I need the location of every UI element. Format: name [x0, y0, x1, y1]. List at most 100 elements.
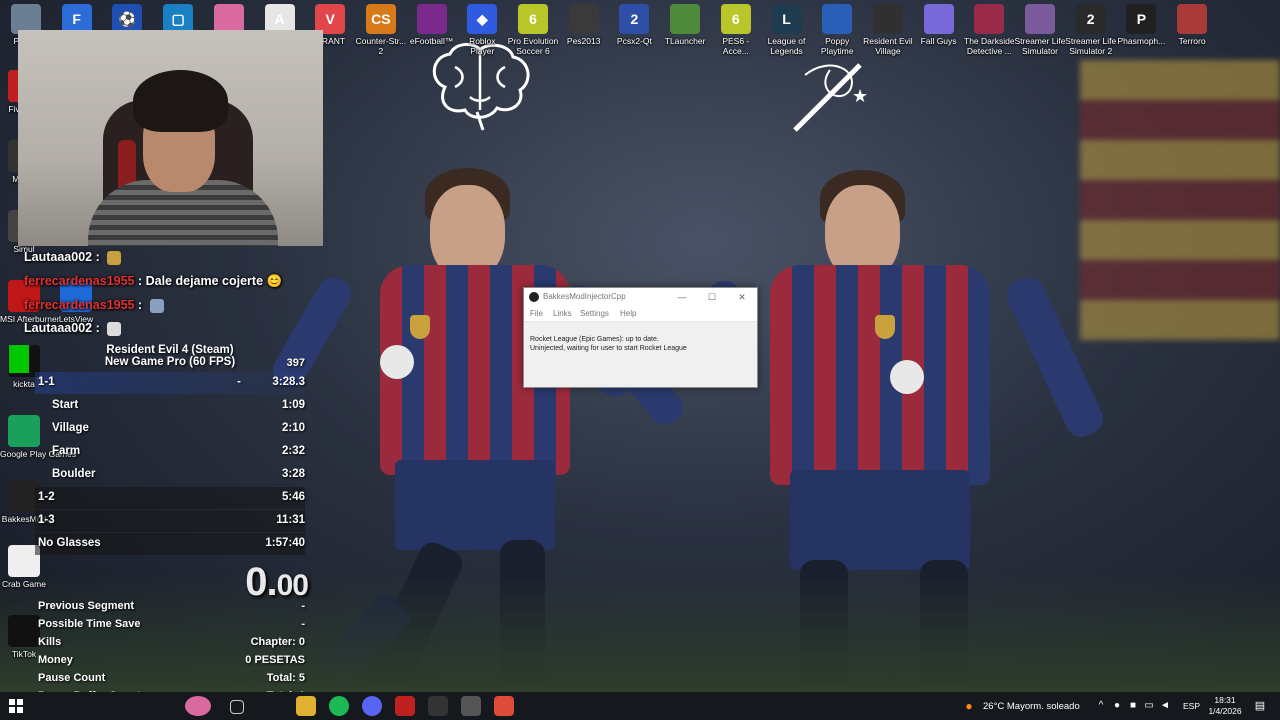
info-value: Chapter: 0 — [250, 636, 305, 648]
spotify-icon[interactable] — [329, 696, 349, 716]
desktop-icon[interactable]: 6 Pro Evolution Soccer 6 — [507, 0, 559, 56]
desktop-icon-label: The Darkside Detective ... — [964, 36, 1015, 56]
chat-separator: : — [92, 250, 104, 264]
split-time: 2:10 — [281, 422, 305, 434]
split-row: Village 2:10 — [35, 418, 305, 440]
app-icon — [974, 4, 1005, 34]
taskbar: ● 26°C Mayorm. soleado ^ ● ■ ▭ ◄ ESP 18:… — [0, 692, 1280, 720]
split-row: 1-3 11:31 — [35, 510, 305, 532]
chat-username: ferrecardenas1955 — [24, 274, 135, 288]
status-line-1: Rocket League (Epic Games): up to date. — [530, 336, 659, 343]
split-name: No Glasses — [38, 537, 101, 549]
chat-username: Lautaaa002 — [24, 321, 93, 335]
weather-text[interactable]: 26°C Mayorm. soleado — [983, 701, 1080, 712]
desktop-icon[interactable]: TLauncher — [659, 0, 711, 46]
app-icon — [568, 4, 599, 34]
file-explorer-icon[interactable] — [296, 696, 316, 716]
app-icon — [923, 4, 954, 34]
chevron-up-icon[interactable]: ^ — [1095, 700, 1107, 712]
windows-icon[interactable] — [6, 696, 26, 716]
split-time: 3:28.3 — [272, 376, 305, 388]
status-line-2: Uninjected, waiting for user to start Ro… — [530, 345, 687, 352]
chrome-icon[interactable] — [494, 696, 514, 716]
network-icon[interactable]: ▭ — [1143, 700, 1155, 712]
desktop-icon[interactable]: Poppy Playtime — [811, 0, 863, 56]
microphone-icon[interactable]: ● — [1111, 700, 1123, 712]
flower-app-icon[interactable] — [185, 696, 211, 716]
app-icon — [1025, 4, 1055, 34]
info-label: Money — [38, 654, 73, 666]
desktop-icon[interactable]: P Phasmoph... — [1115, 0, 1167, 46]
desktop-icon-label: Streamer Life Simulator — [1014, 36, 1066, 56]
clock[interactable]: 18:31 1/4/2026 — [1203, 695, 1247, 717]
menu-help[interactable]: Help — [620, 309, 636, 318]
bakkesmod-icon[interactable] — [428, 696, 448, 716]
app-icon: 6 — [518, 4, 548, 34]
desktop-icon[interactable]: Streamer Life Simulator — [1014, 0, 1066, 56]
bakkesmod-injector-window[interactable]: BakkesModInjectorCpp — ☐ ✕ File Links Se… — [523, 287, 758, 388]
injector-status: Rocket League (Epic Games): up to date. … — [524, 322, 757, 353]
tray-app-icon[interactable]: ■ — [1127, 700, 1139, 712]
desktop-icon-label: PES6 - Acce... — [722, 36, 750, 56]
maximize-button[interactable]: ☐ — [701, 290, 723, 304]
split-name: 1-3 — [38, 514, 55, 526]
close-button[interactable]: ✕ — [731, 290, 753, 304]
window-titlebar[interactable]: BakkesModInjectorCpp — ☐ ✕ — [524, 288, 757, 306]
menu-file[interactable]: File — [530, 309, 543, 318]
desktop-icon[interactable]: CS Counter-Str... 2 — [355, 0, 407, 56]
desktop-icon-label: Poppy Playtime — [820, 36, 854, 56]
desktop-icon[interactable]: Terroro — [1166, 0, 1218, 46]
volume-icon[interactable]: ◄ — [1159, 700, 1171, 712]
desktop-icon[interactable]: Pes2013 — [558, 0, 610, 46]
language-indicator[interactable]: ESP — [1183, 701, 1200, 711]
app-icon: 2 — [1075, 4, 1106, 34]
minimize-button[interactable]: — — [671, 290, 693, 304]
split-time: 5:46 — [281, 491, 305, 503]
desktop-icon[interactable]: Fall Guys — [913, 0, 965, 46]
desktop-icon-label: Terroro — [1178, 36, 1206, 46]
discord-icon[interactable] — [362, 696, 382, 716]
desktop-icon[interactable]: 2 Pcsx2-Qt — [608, 0, 660, 46]
split-time: 2:32 — [281, 445, 305, 457]
category-title: New Game Pro (60 FPS) — [104, 356, 236, 368]
chat-message: Lautaaa002 : — [24, 321, 122, 336]
info-label: Pause Count — [38, 672, 106, 684]
notification-icon[interactable]: ▤ — [1254, 700, 1266, 712]
app-icon — [670, 4, 701, 34]
attempt-count: 397 — [286, 357, 305, 369]
split-row: 1-2 5:46 — [35, 487, 305, 509]
chat-emote-icon — [107, 250, 122, 265]
desktop-icon[interactable]: ◆ Roblox Player — [456, 0, 508, 56]
app-icon — [1177, 4, 1208, 34]
desktop-icon[interactable]: eFootball™ — [406, 0, 458, 46]
menu-links[interactable]: Links — [553, 309, 572, 318]
info-value: 0 PESETAS — [245, 654, 305, 666]
split-time: 1:09 — [281, 399, 305, 411]
app-icon — [872, 4, 903, 34]
desktop-icon-label: Roblox Player — [469, 36, 496, 56]
split-name: Start — [52, 399, 79, 411]
desktop-icon[interactable]: L League of Legends — [761, 0, 813, 56]
desktop-icon-label: TLauncher — [664, 36, 706, 46]
desktop-icon[interactable]: 2 Streamer Life Simulator 2 — [1065, 0, 1117, 56]
bakkesmod-app-icon — [529, 292, 539, 302]
voicemeeter-icon[interactable] — [395, 696, 415, 716]
desktop-icon[interactable]: Resident Evil Village — [862, 0, 914, 56]
app-icon — [822, 4, 853, 34]
chat-message: ferrecardenas1955 : — [24, 298, 164, 313]
weather-icon[interactable]: ● — [963, 700, 975, 712]
split-row: No Glasses 1:57:40 — [35, 533, 305, 555]
desktop-icon-label: Pes2013 — [566, 36, 601, 46]
app-icon: CS — [365, 4, 396, 34]
info-label: Kills — [38, 636, 62, 648]
obs-icon[interactable] — [461, 696, 481, 716]
desktop-icon[interactable]: The Darkside Detective ... — [963, 0, 1015, 56]
menu-settings[interactable]: Settings — [580, 309, 609, 318]
desktop-icon-label: Phasmoph... — [1117, 36, 1166, 46]
info-value: - — [301, 600, 305, 612]
game-title: Resident Evil 4 (Steam) — [106, 344, 234, 356]
desktop-icon[interactable]: 6 PES6 - Acce... — [710, 0, 762, 56]
task-view-icon[interactable] — [230, 700, 244, 714]
desktop-icon-label: eFootball™ — [409, 36, 454, 46]
split-name: Village — [52, 422, 89, 434]
